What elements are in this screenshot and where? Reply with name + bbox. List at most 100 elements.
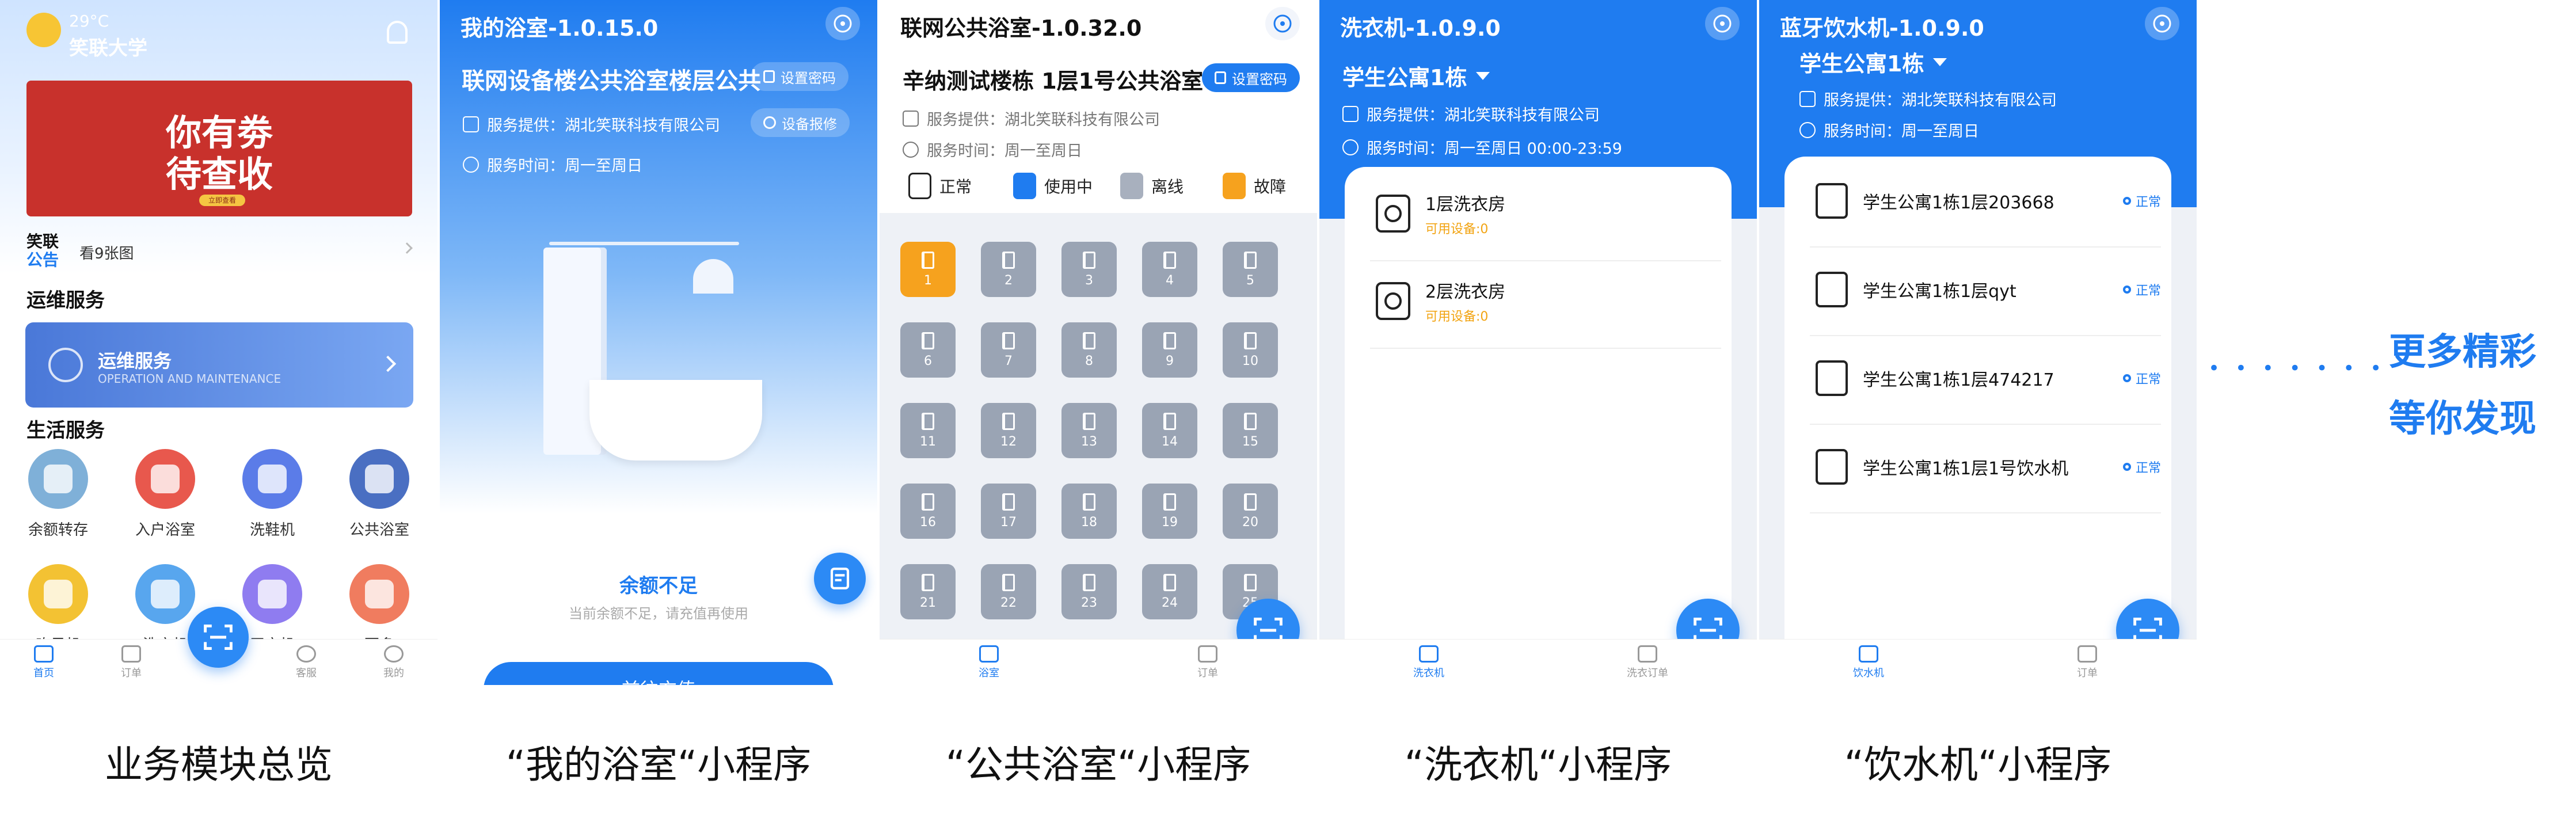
shower-cell[interactable]: 7 xyxy=(981,322,1036,378)
scan-button[interactable] xyxy=(188,607,249,668)
flag-icon xyxy=(922,573,934,591)
divider xyxy=(1370,348,1721,349)
more-line1: 更多精彩 xyxy=(2389,331,2536,374)
school-name[interactable]: 笑联大学 xyxy=(69,32,147,60)
ops-service-card[interactable]: 运维服务 OPERATION AND MAINTENANCE xyxy=(25,322,413,408)
washer-icon xyxy=(1376,195,1410,233)
shower-cell[interactable]: 15 xyxy=(1223,403,1278,458)
status-hint: 当前余额不足，请充值再使用 xyxy=(569,606,748,622)
flag-icon xyxy=(922,332,934,349)
shower-cell[interactable]: 3 xyxy=(1061,242,1117,297)
shower-cell[interactable]: 21 xyxy=(900,564,956,619)
room-availability: 可用设备:0 xyxy=(1425,222,1489,237)
cell-number: 10 xyxy=(1242,353,1258,368)
shower-cell[interactable]: 17 xyxy=(981,484,1036,539)
flag-icon xyxy=(1083,493,1095,511)
miniapp-menu[interactable] xyxy=(825,7,860,40)
recharge-button[interactable]: 前往充值 xyxy=(484,662,834,685)
service-item[interactable]: 洗鞋机 xyxy=(235,449,310,539)
tab-mine[interactable]: 我的 xyxy=(350,640,437,685)
flag-icon xyxy=(1244,332,1257,349)
room-title: 联网设备楼公共浴室楼层公共 xyxy=(462,68,761,94)
lock-icon xyxy=(1215,71,1226,84)
flag-icon xyxy=(1083,332,1095,349)
shower-cell[interactable]: 6 xyxy=(900,322,956,378)
laundry-room-item[interactable]: 2层洗衣房 可用设备:0 xyxy=(1376,277,1505,325)
shower-cell[interactable]: 22 xyxy=(981,564,1036,619)
service-icon xyxy=(349,564,409,624)
banner-button[interactable]: 立即查看 xyxy=(199,195,245,206)
shower-cell[interactable]: 23 xyxy=(1061,564,1117,619)
shower-cell[interactable]: 18 xyxy=(1061,484,1117,539)
time-row: 服务时间：周一至周日 xyxy=(1799,119,1979,141)
cell-number: 17 xyxy=(1000,515,1017,530)
miniapp-menu[interactable] xyxy=(2145,7,2179,40)
service-item[interactable]: 余额转存 xyxy=(21,449,96,539)
set-password-button[interactable]: 设置密码 xyxy=(751,62,848,91)
shop-icon xyxy=(463,116,479,132)
tab-orders[interactable]: 订单 xyxy=(1978,640,2197,685)
bell-icon[interactable] xyxy=(387,21,408,44)
shower-cell[interactable]: 5 xyxy=(1223,242,1278,297)
shower-cell[interactable]: 9 xyxy=(1142,322,1197,378)
miniapp-menu[interactable] xyxy=(1705,7,1740,40)
coupon-banner[interactable]: 你有劵 待查收 立即查看 xyxy=(26,81,412,216)
shower-cell[interactable]: 1 xyxy=(900,242,956,297)
flag-icon xyxy=(1083,573,1095,591)
dispenser-item[interactable]: 学生公寓1栋1层203668 正常 xyxy=(1816,183,2161,219)
tab-service[interactable]: 客服 xyxy=(262,640,350,685)
target-icon xyxy=(1273,14,1292,33)
divider xyxy=(1370,260,1721,261)
tab-bathroom[interactable]: 浴室 xyxy=(880,640,1098,685)
shower-cell[interactable]: 12 xyxy=(981,403,1036,458)
service-item[interactable]: 入户浴室 xyxy=(128,449,203,539)
shower-cell[interactable]: 20 xyxy=(1223,484,1278,539)
device-name: 学生公寓1栋1层203668 xyxy=(1863,193,2054,213)
tab-washer-orders[interactable]: 洗衣订单 xyxy=(1538,640,1757,685)
building-select[interactable]: 学生公寓1栋 xyxy=(1342,60,1490,92)
device-repair-button[interactable]: 设备报修 xyxy=(751,108,850,137)
tab-orders[interactable]: 订单 xyxy=(1098,640,1317,685)
shower-cell[interactable]: 16 xyxy=(900,484,956,539)
shower-cell[interactable]: 14 xyxy=(1142,403,1197,458)
building-select[interactable]: 学生公寓1栋 xyxy=(1799,46,1947,78)
service-icon xyxy=(28,449,88,509)
tab-dispenser[interactable]: 饮水机 xyxy=(1759,640,1978,685)
shower-cell[interactable]: 2 xyxy=(981,242,1036,297)
service-label: 入户浴室 xyxy=(135,522,195,539)
flag-icon xyxy=(1163,251,1176,269)
legend-swatch xyxy=(908,173,931,199)
tab-washer[interactable]: 洗衣机 xyxy=(1319,640,1538,685)
service-icon xyxy=(135,564,195,624)
cell-number: 20 xyxy=(1242,515,1258,530)
target-icon xyxy=(1713,14,1732,33)
caption-my-bathroom: “我的浴室“小程序 xyxy=(505,743,812,787)
shower-cell[interactable]: 13 xyxy=(1061,403,1117,458)
set-password-button[interactable]: 设置密码 xyxy=(1202,63,1300,92)
divider xyxy=(1810,424,2161,425)
miniapp-menu[interactable] xyxy=(1265,7,1300,40)
shower-cell[interactable]: 8 xyxy=(1061,322,1117,378)
service-item[interactable]: 公共浴室 xyxy=(342,449,417,539)
app-title: 洗衣机-1.0.9.0 xyxy=(1340,16,1501,41)
shower-cell[interactable]: 4 xyxy=(1142,242,1197,297)
app-title: 蓝牙饮水机-1.0.9.0 xyxy=(1780,16,1984,41)
device-name: 学生公寓1栋1层qyt xyxy=(1863,281,2016,302)
flag-icon xyxy=(1244,251,1257,269)
laundry-room-item[interactable]: 1层洗衣房 可用设备:0 xyxy=(1376,190,1505,237)
tab-orders[interactable]: 订单 xyxy=(87,640,175,685)
more-dots: • • • • • • • xyxy=(2208,357,2387,380)
cell-number: 11 xyxy=(920,434,936,449)
tab-home[interactable]: 首页 xyxy=(0,640,87,685)
flag-icon xyxy=(1083,412,1095,430)
dispenser-item[interactable]: 学生公寓1栋1层qyt 正常 xyxy=(1816,272,2161,307)
shower-cell[interactable]: 11 xyxy=(900,403,956,458)
dispenser-item[interactable]: 学生公寓1栋1层1号饮水机 正常 xyxy=(1816,449,2161,485)
dispenser-item[interactable]: 学生公寓1栋1层474217 正常 xyxy=(1816,360,2161,396)
legend-swatch xyxy=(1120,173,1143,199)
notice-text[interactable]: 看9张图 xyxy=(79,242,134,263)
provider-row: 服务提供：湖北笑联科技有限公司 xyxy=(903,107,1160,130)
shower-cell[interactable]: 10 xyxy=(1223,322,1278,378)
shower-cell[interactable]: 24 xyxy=(1142,564,1197,619)
shower-cell[interactable]: 19 xyxy=(1142,484,1197,539)
